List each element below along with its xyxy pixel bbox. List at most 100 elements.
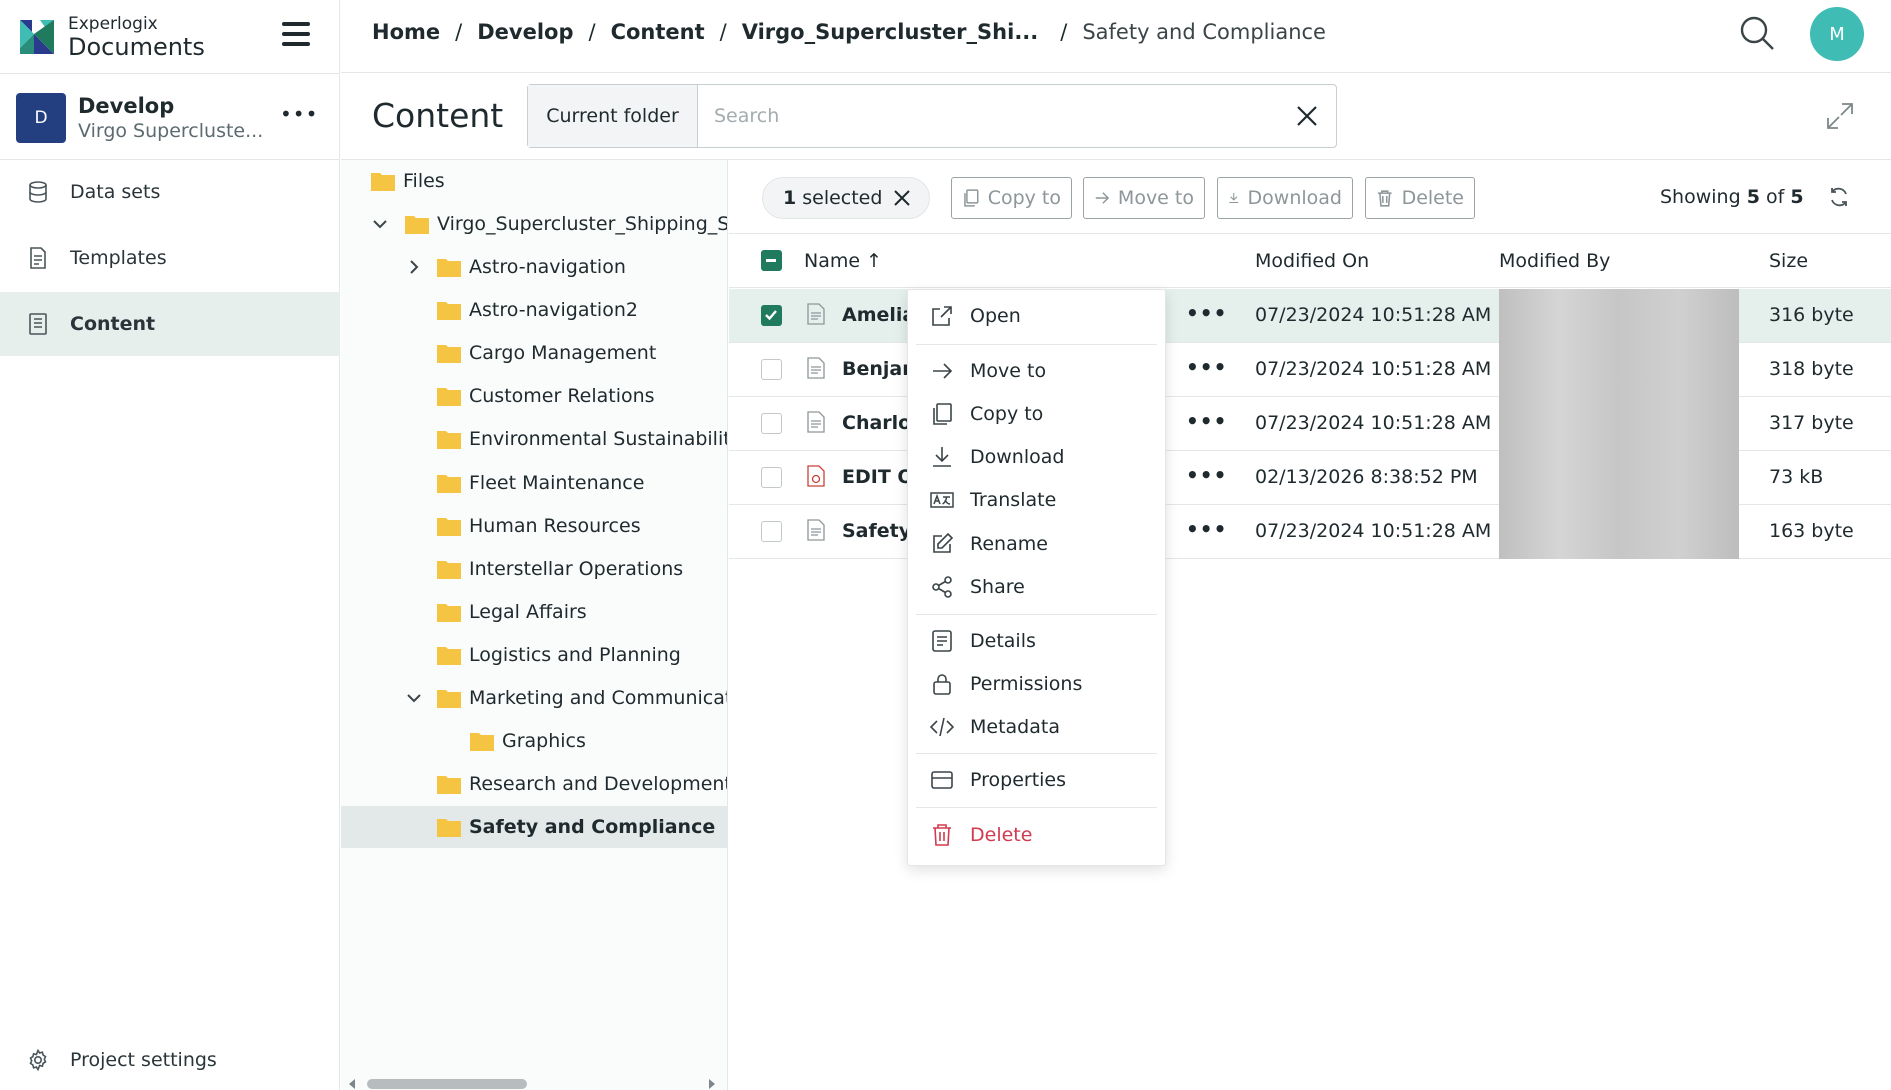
scrollbar-thumb[interactable] xyxy=(367,1079,527,1089)
chevron-right-icon[interactable] xyxy=(405,258,423,276)
scroll-right-icon[interactable] xyxy=(707,1078,717,1090)
tree-item-fleet-maintenance[interactable]: Fleet Maintenance xyxy=(341,462,727,504)
gear-icon xyxy=(29,1048,47,1072)
search-icon[interactable] xyxy=(1738,14,1776,52)
table-row[interactable]: EDIT O ••• 02/13/2026 8:38:52 PM 73 kB xyxy=(729,451,1891,505)
tree-item-project-folder[interactable]: Virgo_Supercluster_Shipping_Solutions xyxy=(341,203,727,245)
tree-item-astro-navigation[interactable]: Astro-navigation xyxy=(341,246,727,288)
menu-item-label: Download xyxy=(970,446,1065,468)
tree-label: Graphics xyxy=(502,730,586,752)
row-more-actions-icon[interactable]: ••• xyxy=(1186,517,1227,541)
tree-label: Cargo Management xyxy=(469,342,657,364)
menu-item-share[interactable]: Share xyxy=(908,567,1165,607)
menu-item-move-to[interactable]: Move to xyxy=(908,351,1165,391)
nav-item-label: Content xyxy=(70,313,156,335)
tree-item-graphics[interactable]: Graphics xyxy=(341,720,727,762)
left-navigation: Experlogix Documents D Develop Virgo Sup… xyxy=(0,0,340,1090)
tree-item-legal-affairs[interactable]: Legal Affairs xyxy=(341,591,727,633)
tree-label: Customer Relations xyxy=(469,385,655,407)
breadcrumb-home[interactable]: Home xyxy=(372,20,440,44)
column-header-modified-on[interactable]: Modified On xyxy=(1255,250,1369,272)
folder-icon xyxy=(437,431,461,449)
search-scope-button[interactable]: Current folder xyxy=(528,85,698,147)
download-button[interactable]: Download xyxy=(1217,177,1353,219)
tree-item-environmental-sustainability[interactable]: Environmental Sustainability xyxy=(341,418,727,460)
row-more-actions-icon[interactable]: ••• xyxy=(1186,463,1227,487)
chevron-down-icon[interactable] xyxy=(371,215,389,233)
table-row[interactable]: Benjam ••• 07/23/2024 10:51:28 AM 318 by… xyxy=(729,343,1891,397)
tree-item-safety-and-compliance[interactable]: Safety and Compliance xyxy=(341,806,727,848)
menu-separator xyxy=(916,807,1157,808)
tree-item-marketing-and-communications[interactable]: Marketing and Communications xyxy=(341,677,727,719)
nav-item-templates[interactable]: Templates xyxy=(0,226,340,290)
row-checkbox[interactable] xyxy=(761,413,782,434)
user-avatar[interactable]: M xyxy=(1810,7,1864,61)
move-to-button[interactable]: Move to xyxy=(1083,177,1205,219)
search-input[interactable] xyxy=(698,85,1278,147)
chevron-down-icon[interactable] xyxy=(405,689,423,707)
select-all-checkbox[interactable] xyxy=(761,250,782,271)
project-settings-link[interactable]: Project settings xyxy=(0,1030,340,1090)
menu-item-label: Metadata xyxy=(970,716,1060,738)
refresh-icon[interactable] xyxy=(1828,186,1850,208)
tree-item-interstellar-operations[interactable]: Interstellar Operations xyxy=(341,548,727,590)
breadcrumb-develop[interactable]: Develop xyxy=(477,20,573,44)
folder-icon xyxy=(437,776,461,794)
tree-item-astro-navigation2[interactable]: Astro-navigation2 xyxy=(341,289,727,331)
table-row[interactable]: Amelia ••• 07/23/2024 10:51:28 AM 316 by… xyxy=(729,289,1891,343)
tree-item-customer-relations[interactable]: Customer Relations xyxy=(341,375,727,417)
nav-item-data-sets[interactable]: Data sets xyxy=(0,160,340,224)
row-checkbox[interactable] xyxy=(761,467,782,488)
menu-item-download[interactable]: Download xyxy=(908,437,1165,477)
tree-item-logistics-and-planning[interactable]: Logistics and Planning xyxy=(341,634,727,676)
row-more-actions-icon[interactable]: ••• xyxy=(1186,301,1227,325)
menu-item-properties[interactable]: Properties xyxy=(908,760,1165,800)
breadcrumb-content[interactable]: Content xyxy=(611,20,705,44)
tree-horizontal-scrollbar[interactable] xyxy=(341,1075,727,1090)
menu-item-open[interactable]: Open xyxy=(908,296,1165,336)
scroll-left-icon[interactable] xyxy=(347,1078,357,1090)
folder-icon xyxy=(437,690,461,708)
tree-item-files[interactable]: Files xyxy=(341,160,727,202)
menu-item-translate[interactable]: Translate xyxy=(908,480,1165,520)
column-header-size[interactable]: Size xyxy=(1769,250,1808,272)
copy-to-button[interactable]: Copy to xyxy=(951,177,1072,219)
tree-item-human-resources[interactable]: Human Resources xyxy=(341,505,727,547)
sort-ascending-icon[interactable]: ↑ xyxy=(866,250,882,272)
menu-item-copy-to[interactable]: Copy to xyxy=(908,394,1165,434)
tree-item-research-and-development[interactable]: Research and Development xyxy=(341,763,727,805)
menu-separator xyxy=(916,344,1157,345)
nav-item-content[interactable]: Content xyxy=(0,292,340,356)
column-header-name[interactable]: Name ↑ xyxy=(804,250,882,272)
modified-on: 07/23/2024 10:51:28 AM xyxy=(1255,520,1492,542)
download-icon xyxy=(933,447,951,467)
breadcrumb-project-folder[interactable]: Virgo_Supercluster_Shi... xyxy=(742,20,1039,44)
row-checkbox[interactable] xyxy=(761,305,782,326)
menu-item-label: Share xyxy=(970,576,1025,598)
tree-item-cargo-management[interactable]: Cargo Management xyxy=(341,332,727,374)
table-row[interactable]: Safety_ ••• 07/23/2024 10:51:28 AM 163 b… xyxy=(729,505,1891,559)
project-more-icon[interactable]: ••• xyxy=(280,102,318,126)
share-icon xyxy=(932,576,952,598)
row-more-actions-icon[interactable]: ••• xyxy=(1186,355,1227,379)
menu-item-metadata[interactable]: Metadata xyxy=(908,707,1165,747)
row-more-actions-icon[interactable]: ••• xyxy=(1186,409,1227,433)
hamburger-menu-icon[interactable] xyxy=(280,18,312,50)
table-row[interactable]: Charlot ••• 07/23/2024 10:51:28 AM 317 b… xyxy=(729,397,1891,451)
menu-item-delete[interactable]: Delete xyxy=(908,815,1165,855)
selected-count: 1 xyxy=(783,187,797,209)
menu-item-label: Delete xyxy=(970,824,1033,846)
folder-icon xyxy=(470,733,494,751)
column-header-modified-by[interactable]: Modified By xyxy=(1499,250,1610,272)
expand-icon[interactable] xyxy=(1826,102,1854,130)
folder-icon xyxy=(437,604,461,622)
delete-button[interactable]: Delete xyxy=(1365,177,1475,219)
clear-selection-icon[interactable] xyxy=(893,189,911,207)
clear-search-button[interactable] xyxy=(1278,85,1336,147)
menu-item-rename[interactable]: Rename xyxy=(908,524,1165,564)
menu-item-details[interactable]: Details xyxy=(908,621,1165,661)
row-checkbox[interactable] xyxy=(761,359,782,380)
menu-item-permissions[interactable]: Permissions xyxy=(908,664,1165,704)
experlogix-logo[interactable]: Experlogix Documents xyxy=(20,15,205,59)
row-checkbox[interactable] xyxy=(761,521,782,542)
